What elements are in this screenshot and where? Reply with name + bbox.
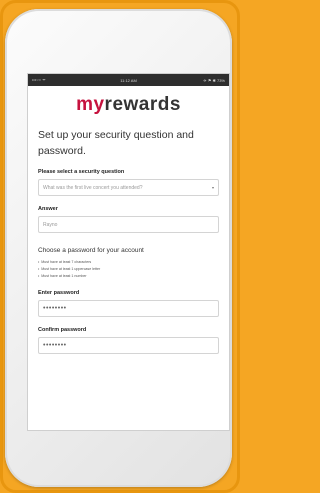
status-time: 11:12 AM bbox=[120, 77, 137, 83]
myrewards-logo: myrewards bbox=[28, 95, 229, 115]
confirm-password-value: •••••••• bbox=[43, 342, 67, 349]
security-question-select[interactable]: What was the first live concert you atte… bbox=[38, 179, 219, 196]
logo-my: my bbox=[76, 94, 105, 115]
phone-mockup: •••○○ ᯤ 11:12 AM ✈ ⚑ ✱ 73% myrewards Set… bbox=[5, 9, 232, 487]
password-section-title: Choose a password for your account bbox=[38, 247, 144, 254]
enter-password-input[interactable]: •••••••• bbox=[38, 300, 219, 317]
password-rule: Must have at least 1 uppercase letter bbox=[38, 266, 219, 273]
chevron-down-icon: ▾ bbox=[211, 185, 214, 190]
password-rules-list: Must have at least 7 characters Must hav… bbox=[38, 259, 219, 280]
confirm-password-input[interactable]: •••••••• bbox=[38, 337, 219, 354]
answer-label: Answer bbox=[38, 206, 58, 212]
phone-screen: •••○○ ᯤ 11:12 AM ✈ ⚑ ✱ 73% myrewards Set… bbox=[27, 73, 230, 431]
battery-indicator: ✈ ⚑ ✱ 73% bbox=[203, 77, 225, 83]
status-bar: •••○○ ᯤ 11:12 AM ✈ ⚑ ✱ 73% bbox=[28, 74, 229, 86]
security-question-value: What was the first live concert you atte… bbox=[43, 184, 143, 191]
answer-value: Rayno bbox=[43, 221, 58, 228]
password-rule: Must have at least 1 number bbox=[38, 273, 219, 280]
security-question-label: Please select a security question bbox=[38, 169, 125, 175]
enter-password-value: •••••••• bbox=[43, 305, 67, 312]
logo-rewards: rewards bbox=[104, 94, 181, 115]
carrier-signal: •••○○ ᯤ bbox=[32, 77, 46, 82]
page-heading: Set up your security question and passwo… bbox=[38, 129, 194, 157]
answer-input[interactable]: Rayno bbox=[38, 216, 219, 233]
password-rule: Must have at least 7 characters bbox=[38, 259, 219, 266]
enter-password-label: Enter password bbox=[38, 290, 80, 296]
confirm-password-label: Confirm password bbox=[38, 327, 87, 333]
